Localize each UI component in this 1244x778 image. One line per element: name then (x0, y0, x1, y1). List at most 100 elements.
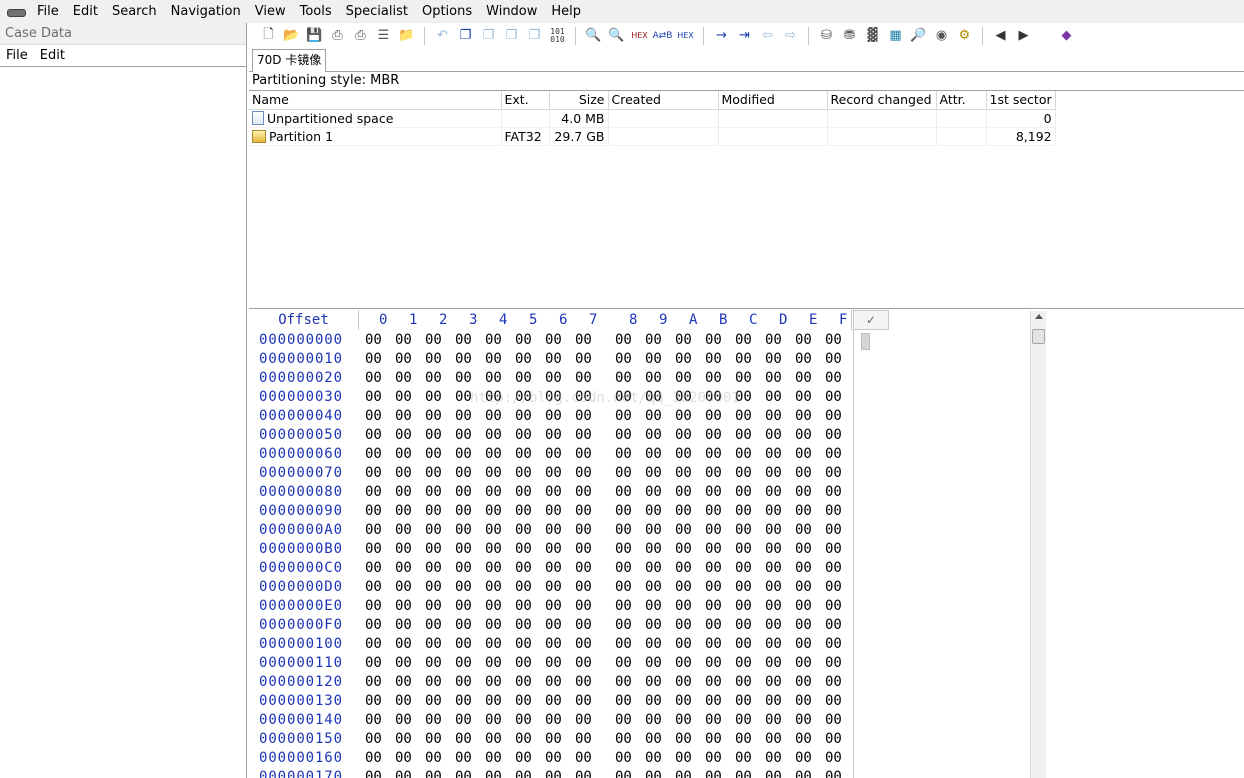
hex-byte[interactable]: 00 (645, 768, 662, 778)
hex-byte[interactable]: 00 (795, 730, 812, 749)
hex-byte[interactable]: 00 (455, 616, 472, 635)
hex-byte[interactable]: 00 (795, 331, 812, 350)
hex-byte[interactable]: 00 (765, 445, 782, 464)
print-icon[interactable]: ⎙ (326, 25, 349, 47)
hex-byte[interactable]: 00 (575, 331, 592, 350)
hex-byte[interactable]: 00 (545, 711, 562, 730)
new-file-icon[interactable]: 🗋 (257, 25, 280, 47)
hex-byte[interactable]: 00 (615, 350, 632, 369)
hex-byte[interactable]: 00 (485, 521, 502, 540)
hex-byte[interactable]: 00 (765, 502, 782, 521)
hex-row[interactable]: 0000000C0 00 00 00 00 00 00 00 00 00 00 00 00 00 00 00 0… (249, 559, 853, 578)
hex-byte[interactable]: 00 (735, 445, 752, 464)
hex-byte[interactable]: 00 (425, 616, 442, 635)
hex-byte[interactable]: 00 (425, 654, 442, 673)
hex-byte[interactable]: 00 (645, 578, 662, 597)
hex-byte[interactable]: 00 (645, 711, 662, 730)
hex-byte[interactable]: 00 (485, 464, 502, 483)
hex-byte[interactable]: 00 (575, 521, 592, 540)
hex-byte[interactable]: 00 (825, 578, 842, 597)
hex-byte[interactable]: 00 (825, 369, 842, 388)
hex-editor[interactable]: Offset 0123456789ABCDEF ✓ 000000000 00 00 0… (249, 308, 1244, 778)
hex-byte[interactable]: 00 (765, 559, 782, 578)
hex-byte[interactable]: 00 (645, 445, 662, 464)
hex-byte[interactable]: 00 (675, 673, 692, 692)
hex-row[interactable]: 000000150 00 00 00 00 00 00 00 00 00 00 00 00 00 00 00 0… (249, 730, 853, 749)
hex-byte[interactable]: 00 (485, 635, 502, 654)
hex-byte[interactable]: 00 (455, 407, 472, 426)
hex-byte[interactable]: 00 (425, 692, 442, 711)
hex-byte[interactable]: 00 (765, 388, 782, 407)
search-icon[interactable]: 🔎 (907, 25, 930, 47)
col-header-created[interactable]: Created (608, 91, 719, 110)
hex-byte[interactable]: 00 (485, 540, 502, 559)
hex-byte[interactable]: 00 (735, 749, 752, 768)
hex-byte[interactable]: 00 (705, 768, 722, 778)
hex-byte[interactable]: 00 (455, 502, 472, 521)
hex-byte[interactable]: 00 (455, 597, 472, 616)
hex-byte[interactable]: 00 (645, 749, 662, 768)
hex-byte[interactable]: 00 (365, 483, 382, 502)
hex-byte[interactable]: 00 (575, 502, 592, 521)
forward-icon[interactable]: ⇨ (779, 25, 802, 47)
menu-options[interactable]: Options (415, 0, 479, 23)
hex-byte[interactable]: 00 (515, 559, 532, 578)
hex-byte[interactable]: 00 (765, 654, 782, 673)
hex-byte[interactable]: 00 (795, 559, 812, 578)
hex-byte[interactable]: 00 (515, 445, 532, 464)
hex-byte[interactable]: 00 (365, 635, 382, 654)
hex-byte[interactable]: 00 (515, 331, 532, 350)
hex-byte[interactable]: 00 (735, 730, 752, 749)
hex-byte[interactable]: 00 (545, 635, 562, 654)
hex-byte[interactable]: 00 (485, 369, 502, 388)
hex-byte[interactable]: 00 (395, 464, 412, 483)
hex-byte[interactable]: 00 (365, 426, 382, 445)
hex-byte[interactable]: 00 (765, 692, 782, 711)
hex-byte[interactable]: 00 (825, 502, 842, 521)
hex-byte[interactable]: 00 (365, 464, 382, 483)
hex-byte[interactable]: 00 (675, 445, 692, 464)
hex-byte[interactable]: 00 (545, 407, 562, 426)
hex-byte[interactable]: 00 (645, 426, 662, 445)
hex-byte[interactable]: 00 (765, 464, 782, 483)
hex-byte[interactable]: 00 (645, 407, 662, 426)
hex-byte[interactable]: 00 (575, 692, 592, 711)
hex-byte[interactable]: 00 (515, 711, 532, 730)
hex-byte[interactable]: 00 (795, 445, 812, 464)
hex-byte[interactable]: 00 (545, 616, 562, 635)
hex-byte[interactable]: 00 (795, 711, 812, 730)
hex-byte[interactable]: 00 (515, 426, 532, 445)
hex-byte[interactable]: 00 (795, 350, 812, 369)
hex-byte[interactable]: 00 (735, 711, 752, 730)
hex-byte[interactable]: 00 (645, 597, 662, 616)
hex-byte[interactable]: 00 (485, 616, 502, 635)
hex-byte[interactable]: 00 (825, 711, 842, 730)
hex-byte[interactable]: 00 (765, 407, 782, 426)
hex-byte[interactable]: 00 (645, 616, 662, 635)
text-column-header[interactable]: ✓ (853, 310, 889, 330)
hex-byte[interactable]: 00 (545, 483, 562, 502)
hex-byte[interactable]: 00 (395, 711, 412, 730)
hex-byte[interactable]: 00 (615, 768, 632, 778)
hex-byte[interactable]: 00 (705, 502, 722, 521)
hex-row[interactable]: 0000000E0 00 00 00 00 00 00 00 00 00 00 00 00 00 00 00 0… (249, 597, 853, 616)
hex-byte[interactable]: 00 (795, 464, 812, 483)
col-header-attr[interactable]: Attr. (936, 91, 987, 110)
hex-byte[interactable]: 00 (365, 749, 382, 768)
col-header-first-sector[interactable]: 1st sector (986, 91, 1056, 110)
hex-byte[interactable]: 00 (615, 578, 632, 597)
hex-byte[interactable]: 00 (575, 616, 592, 635)
hex-byte[interactable]: 00 (825, 768, 842, 778)
hex-row[interactable]: 000000120 00 00 00 00 00 00 00 00 00 00 00 00 00 00 00 0… (249, 673, 853, 692)
vertical-scrollbar[interactable] (1030, 311, 1046, 778)
hex-byte[interactable]: 00 (705, 654, 722, 673)
open-ram-icon[interactable]: ▓ (861, 25, 884, 47)
case-menu-edit[interactable]: Edit (34, 48, 71, 63)
hex-row[interactable]: 000000080 00 00 00 00 00 00 00 00 00 00 00 00 00 00 00 0… (249, 483, 853, 502)
hex-byte[interactable]: 00 (515, 749, 532, 768)
hex-byte[interactable]: 00 (365, 369, 382, 388)
hex-byte[interactable]: 00 (575, 768, 592, 778)
hex-byte[interactable]: 00 (485, 483, 502, 502)
hex-byte[interactable]: 00 (455, 768, 472, 778)
hex-byte[interactable]: 00 (795, 407, 812, 426)
